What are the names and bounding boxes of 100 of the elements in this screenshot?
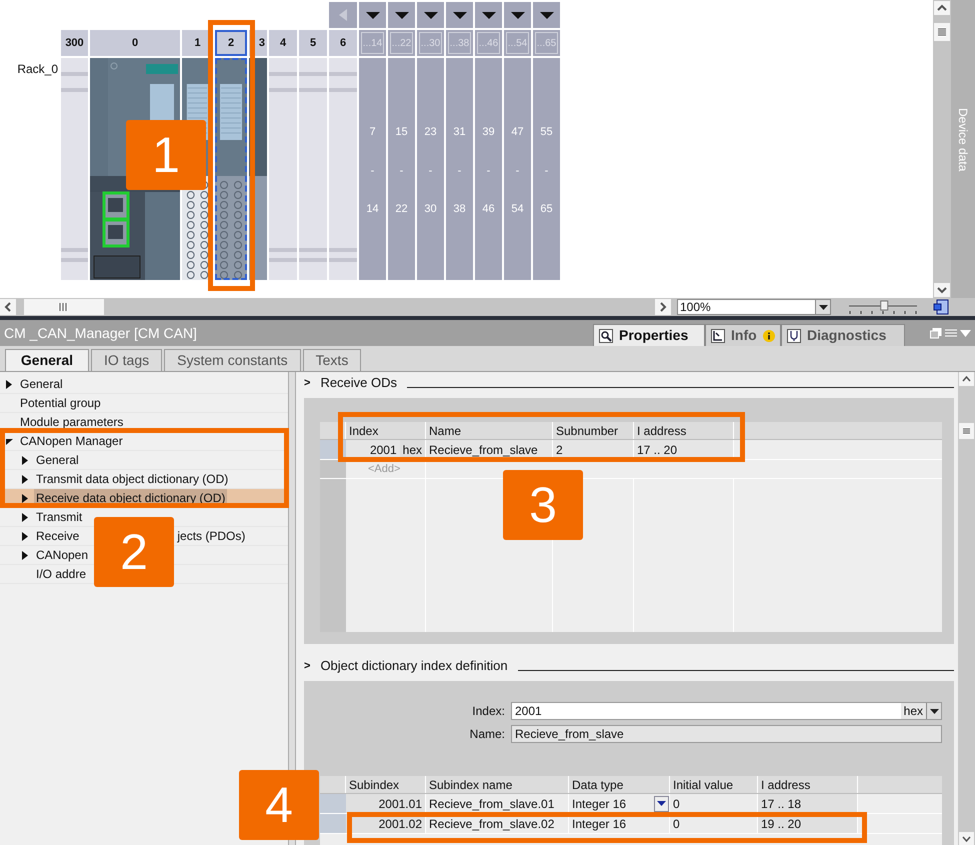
tree-item[interactable]: General [34,451,81,469]
down-arrow-icon [394,12,408,18]
tree-item[interactable]: CANopen [34,546,90,564]
column-header[interactable]: I address [758,776,858,793]
address-dash: - [516,164,520,178]
down-arrow-icon [540,12,554,18]
inspector-tab[interactable]: Info [705,324,781,346]
address-header: ...30 [417,30,444,56]
tree-item[interactable]: Transmit data object dictionary (OD) [34,470,230,488]
section-toggle[interactable]: > [304,374,310,392]
address-header: ...38 [446,30,473,56]
column-header[interactable]: Index [346,422,426,439]
collapsed-arrow-icon[interactable] [22,550,28,560]
zoom-slider[interactable] [849,299,917,315]
scroll-right-icon[interactable] [655,299,671,315]
name-field[interactable]: Recieve_from_slave [511,725,942,743]
slot-header[interactable]: 0 [90,30,180,56]
tree-item[interactable]: Module parameters [18,413,126,431]
scroll-thumb-icon[interactable] [24,299,104,315]
table-cell: 2001.01 [346,794,426,813]
dropdown-icon[interactable] [960,330,971,336]
expand-column-button[interactable] [359,2,386,28]
down-arrow-icon [366,12,380,18]
tree-item[interactable]: Transmit [34,508,84,526]
scroll-thumb-icon[interactable] [959,423,974,439]
scroll-left-icon[interactable] [0,299,16,315]
slot-header[interactable]: 6 [329,30,357,56]
zoom-combobox[interactable]: 100% [677,299,831,315]
property-tab[interactable]: General [5,349,89,371]
down-arrow-icon [424,12,438,18]
address-start: 47 [511,125,524,140]
address-dash: - [486,164,490,178]
collapsed-arrow-icon[interactable] [22,494,28,502]
name-label: Name: [468,726,505,743]
window-icon[interactable] [930,328,942,338]
address-end: 46 [482,202,495,217]
collapsed-arrow-icon[interactable] [6,380,12,388]
inspector-tab[interactable]: Diagnostics [781,324,905,346]
table-cell: 17 .. 18 [758,794,858,813]
expand-column-button[interactable] [417,2,444,28]
info-badge-icon [762,330,775,342]
tree-item[interactable]: I/O addre [34,565,88,583]
expanded-arrow-icon[interactable] [6,438,13,444]
vertical-scrollbar[interactable] [933,0,951,298]
vertical-scrollbar[interactable] [958,372,975,845]
property-tab[interactable]: System constants [164,349,301,371]
inspector-tab[interactable]: Properties [593,324,705,346]
column-header[interactable]: Subindex [346,776,426,793]
expand-column-button[interactable] [533,2,560,28]
column-header[interactable]: Subnumber [553,422,634,439]
expand-column-button[interactable] [504,2,531,28]
tree-item[interactable]: CANopen Manager [18,432,125,450]
slot-header[interactable]: 4 [269,30,297,56]
down-arrow-icon [482,12,496,18]
dropdown-button[interactable] [654,796,669,812]
address-dash: - [400,164,404,178]
property-tab[interactable]: Texts [302,349,362,371]
left-arrow-icon [339,9,347,21]
column-header[interactable]: Data type [569,776,670,793]
dropdown-arrow-icon [818,304,828,310]
scroll-up-icon[interactable] [959,372,974,386]
section-toggle[interactable]: > [304,658,310,674]
slot-header[interactable]: 300 [61,30,88,56]
expand-column-button[interactable] [446,2,473,28]
column-header[interactable]: Initial value [670,776,758,793]
scroll-down-icon[interactable] [959,832,974,845]
menu-icon[interactable] [945,328,957,338]
collapsed-arrow-icon[interactable] [22,456,28,464]
tree-item[interactable]: Receive [34,527,82,545]
callout-number: 2 [94,517,174,587]
column-header[interactable]: Subindex name [426,776,569,793]
address-start: 39 [482,125,495,140]
overview-icon[interactable] [933,299,949,315]
address-dash: - [458,164,462,178]
collapsed-arrow-icon[interactable] [22,474,28,484]
expand-column-button[interactable] [475,2,502,28]
column-header[interactable]: Name [426,422,553,439]
zoom-slider-thumb[interactable] [880,300,888,310]
dropdown-arrow-icon [657,801,666,806]
address-end: 14 [366,202,379,217]
down-arrow-icon [510,12,524,18]
address-dash: - [544,164,548,178]
table-cell-text: Integer 16 [572,816,626,832]
collapsed-arrow-icon[interactable] [22,512,28,522]
tree-item[interactable]: General [18,375,65,393]
scroll-up-icon[interactable] [934,1,950,15]
tree-item[interactable]: Potential group [18,394,103,412]
collapsed-arrow-icon[interactable] [22,532,28,540]
slot-header[interactable]: 2 [215,30,247,56]
address-end: 22 [395,202,408,217]
index-field[interactable]: 2001 hex [511,702,942,720]
scroll-thumb-icon[interactable] [934,23,950,41]
expand-column-button[interactable] [388,2,415,28]
property-tab[interactable]: IO tags [91,349,162,371]
address-dash: - [370,164,374,178]
scroll-down-icon[interactable] [934,283,950,297]
slot-header[interactable]: 5 [299,30,327,56]
inspector-title: CM _CAN_Manager [CM CAN] [3,324,197,343]
rack-name: Rack_0 [17,61,58,74]
column-header[interactable]: I address [634,422,734,439]
